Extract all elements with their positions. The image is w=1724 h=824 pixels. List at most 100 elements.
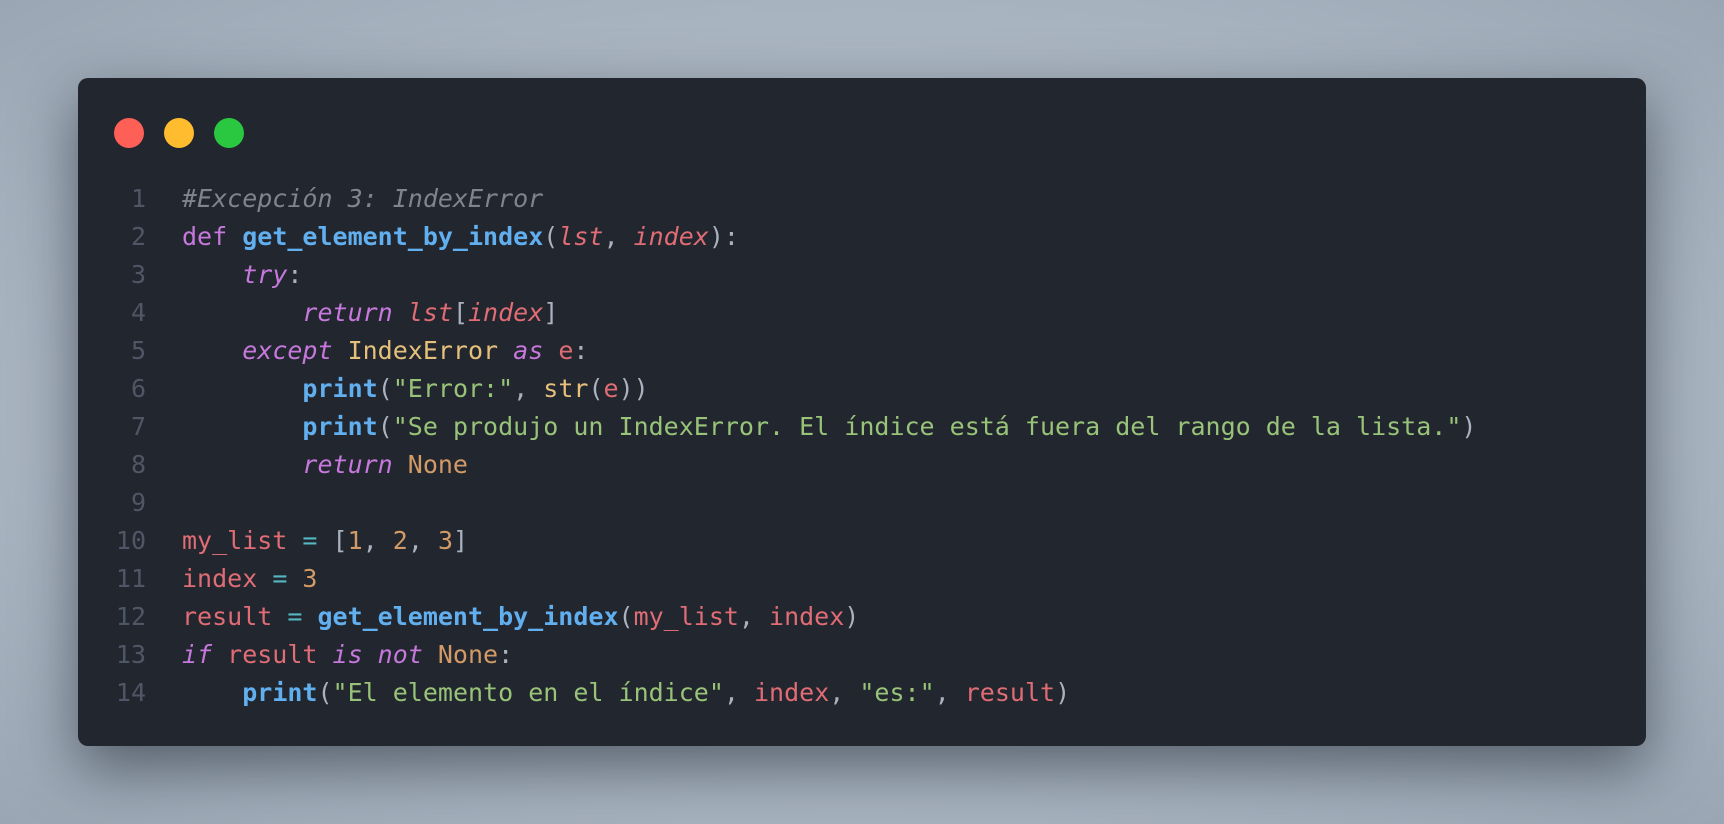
line-number: 9 — [130, 488, 146, 517]
code-line: 3 try: — [78, 256, 1646, 294]
code-token: 2 — [392, 526, 408, 555]
code-token: lst — [558, 222, 604, 251]
code-token: )) — [618, 374, 649, 403]
code-token: result — [182, 602, 288, 631]
line-number: 14 — [115, 678, 146, 707]
code-token: ( — [618, 602, 634, 631]
code-token: get_element_by_index — [317, 602, 619, 631]
line-number: 6 — [130, 374, 146, 403]
minimize-button[interactable] — [164, 118, 194, 148]
code-token: = — [302, 526, 333, 555]
code-token: index — [754, 678, 830, 707]
line-number: 8 — [130, 450, 146, 479]
code-line: 7 print("Se produjo un IndexError. El ín… — [78, 408, 1646, 446]
code-block: 1 #Excepción 3: IndexError 2 def get_elemen… — [78, 180, 1646, 712]
code-token: , — [723, 678, 754, 707]
code-token: index — [633, 222, 709, 251]
code-token: try — [242, 260, 288, 289]
line-source: my_list = [1, 2, 3] — [146, 522, 468, 560]
code-token: , — [362, 526, 393, 555]
code-token: , — [934, 678, 965, 707]
code-token: index — [182, 564, 273, 593]
code-line: 13 if result is not None: — [78, 636, 1646, 674]
line-number: 5 — [130, 336, 146, 365]
line-source: def get_element_by_index(lst, index): — [146, 218, 739, 256]
code-line: 11 index = 3 — [78, 560, 1646, 598]
maximize-button[interactable] — [214, 118, 244, 148]
code-token: ( — [377, 374, 393, 403]
code-token: [ — [452, 298, 468, 327]
code-line: 12 result = get_element_by_index(my_list,… — [78, 598, 1646, 636]
code-token: "es:" — [859, 678, 935, 707]
code-token: return — [302, 450, 408, 479]
code-token: "Se produjo un IndexError. El índice est… — [392, 412, 1462, 441]
line-source: return None — [146, 446, 468, 484]
code-token: except — [242, 336, 348, 365]
line-number: 4 — [130, 298, 146, 327]
code-token: = — [287, 602, 318, 631]
line-source: print("Se produjo un IndexError. El índi… — [146, 408, 1476, 446]
code-token: "Error:" — [392, 374, 514, 403]
code-token: ) — [1461, 412, 1477, 441]
line-number: 1 — [130, 184, 146, 213]
code-token: ] — [543, 298, 559, 327]
code-token: def — [182, 222, 243, 251]
line-source: #Excepción 3: IndexError — [146, 180, 543, 218]
code-token: result — [227, 640, 333, 669]
code-token: ( — [588, 374, 604, 403]
code-token: ) — [844, 602, 860, 631]
code-token: if — [182, 640, 228, 669]
line-source: index = 3 — [146, 560, 317, 598]
code-token: ] — [453, 526, 469, 555]
code-line: 8 return None — [78, 446, 1646, 484]
code-token: [ — [332, 526, 348, 555]
code-token: ( — [543, 222, 559, 251]
code-line: 2 def get_element_by_index(lst, index): — [78, 218, 1646, 256]
code-line: 1 #Excepción 3: IndexError — [78, 180, 1646, 218]
code-line: 9 — [78, 484, 1646, 522]
code-token: ): — [708, 222, 739, 251]
code-token: : — [498, 640, 514, 669]
code-token: , — [407, 526, 438, 555]
code-line: 10 my_list = [1, 2, 3] — [78, 522, 1646, 560]
code-token: , — [738, 602, 770, 631]
code-line: 4 return lst[index] — [78, 294, 1646, 332]
line-source: try: — [146, 256, 302, 294]
code-token: e — [558, 336, 574, 365]
code-token: print — [302, 412, 378, 441]
line-number: 11 — [115, 564, 146, 593]
line-number: 7 — [130, 412, 146, 441]
code-token: as — [513, 336, 559, 365]
close-button[interactable] — [114, 118, 144, 148]
code-token: result — [964, 678, 1056, 707]
line-source — [146, 484, 182, 522]
line-source: if result is not None: — [146, 636, 513, 674]
line-source: result = get_element_by_index(my_list, i… — [146, 598, 859, 636]
code-token: lst — [407, 298, 453, 327]
code-token: , — [513, 374, 544, 403]
code-token: print — [242, 678, 318, 707]
code-token: print — [302, 374, 378, 403]
line-number: 12 — [115, 602, 146, 631]
code-token: e — [603, 374, 619, 403]
code-window: 1 #Excepción 3: IndexError 2 def get_elemen… — [78, 78, 1646, 746]
code-line: 14 print("El elemento en el índice", ind… — [78, 674, 1646, 712]
code-token: #Excepción 3: IndexError — [182, 184, 544, 213]
code-token: "El elemento en el índice" — [332, 678, 724, 707]
line-source: print("El elemento en el índice", index,… — [146, 674, 1070, 712]
code-token: get_element_by_index — [242, 222, 544, 251]
code-token: is not — [332, 640, 438, 669]
line-source: print("Error:", str(e)) — [146, 370, 649, 408]
code-token: ( — [377, 412, 393, 441]
line-number: 3 — [130, 260, 146, 289]
code-token: str — [543, 374, 589, 403]
code-token: my_list — [182, 526, 303, 555]
code-token: index — [468, 298, 544, 327]
